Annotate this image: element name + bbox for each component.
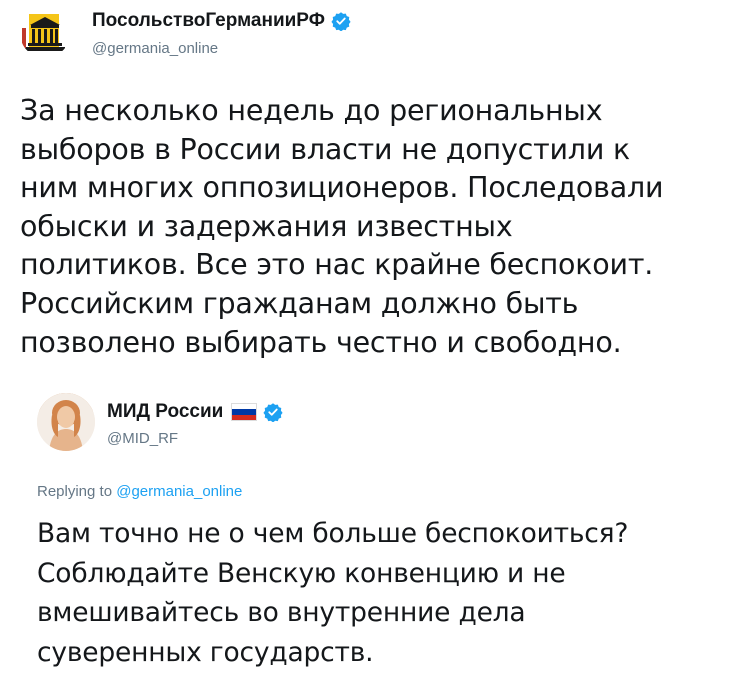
reply-text: Вам точно не о чем больше беспокоиться? …	[37, 518, 629, 668]
reply-author-handle[interactable]: @MID_RF	[107, 430, 178, 447]
verified-badge-icon	[331, 12, 351, 31]
avatar[interactable]	[20, 8, 70, 58]
reply-author-name[interactable]: МИД России	[107, 401, 223, 423]
reply-avatar[interactable]	[37, 393, 95, 451]
reply-name-row: МИД России	[107, 401, 283, 423]
russian-flag-icon	[231, 403, 258, 421]
replying-to: Replying to @germania_online	[37, 483, 242, 500]
embassy-building-logo-icon	[20, 8, 70, 58]
replying-to-prefix: Replying to	[37, 483, 117, 500]
replying-to-link[interactable]: @germania_online	[116, 483, 242, 500]
reply-header: МИД России @MID_RF	[37, 393, 697, 463]
person-portrait-icon	[37, 393, 95, 451]
verified-badge-icon	[263, 403, 283, 422]
tweet-header: ПосольствоГерманииРФ @germania_online	[20, 8, 720, 62]
author-handle[interactable]: @germania_online	[92, 40, 218, 57]
author-name[interactable]: ПосольствоГерманииРФ	[92, 10, 325, 32]
author-name-row: ПосольствоГерманииРФ	[92, 10, 351, 32]
tweet-text: За несколько недель до региональных выбо…	[20, 94, 664, 359]
